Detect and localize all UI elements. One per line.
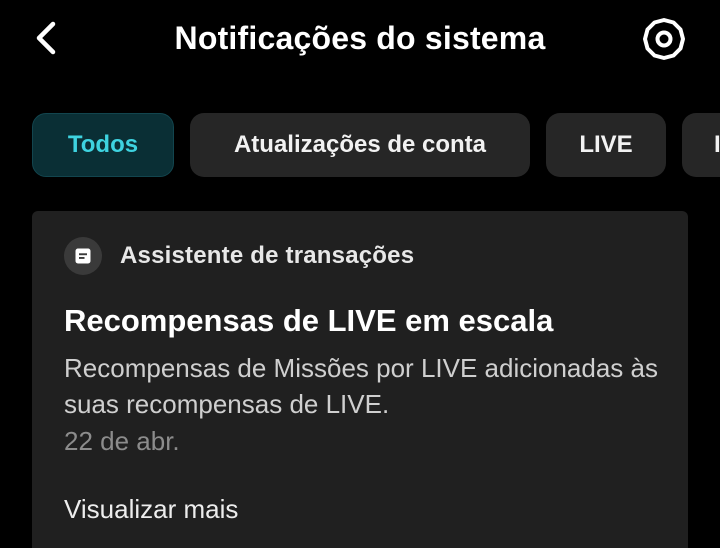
- tab-account-updates[interactable]: Atualizações de conta: [190, 113, 530, 177]
- tab-partial[interactable]: I: [682, 113, 720, 177]
- tab-todos[interactable]: Todos: [32, 113, 174, 177]
- view-more-link[interactable]: Visualizar mais: [64, 491, 238, 527]
- notification-card[interactable]: Assistente de transações Recompensas de …: [32, 211, 688, 548]
- top-bar: Notificações do sistema: [0, 0, 720, 80]
- notification-title: Recompensas de LIVE em escala: [64, 303, 554, 338]
- notification-body: Recompensas de Missões por LIVE adiciona…: [64, 353, 658, 419]
- category-tabs: Todos Atualizações de conta LIVE I: [32, 113, 720, 179]
- gear-icon: [643, 18, 685, 60]
- settings-button[interactable]: [638, 16, 690, 62]
- receipt-icon: [75, 248, 91, 264]
- source-avatar: [64, 237, 102, 275]
- system-notifications-screen: Notificações do sistema Todos Atualizaçõ…: [0, 0, 720, 548]
- notification-source-row: Assistente de transações: [64, 237, 414, 275]
- notification-source: Assistente de transações: [120, 242, 415, 269]
- page-title: Notificações do sistema: [174, 20, 546, 56]
- notification-date: 22 de abr.: [64, 426, 180, 456]
- tab-live[interactable]: LIVE: [546, 113, 666, 177]
